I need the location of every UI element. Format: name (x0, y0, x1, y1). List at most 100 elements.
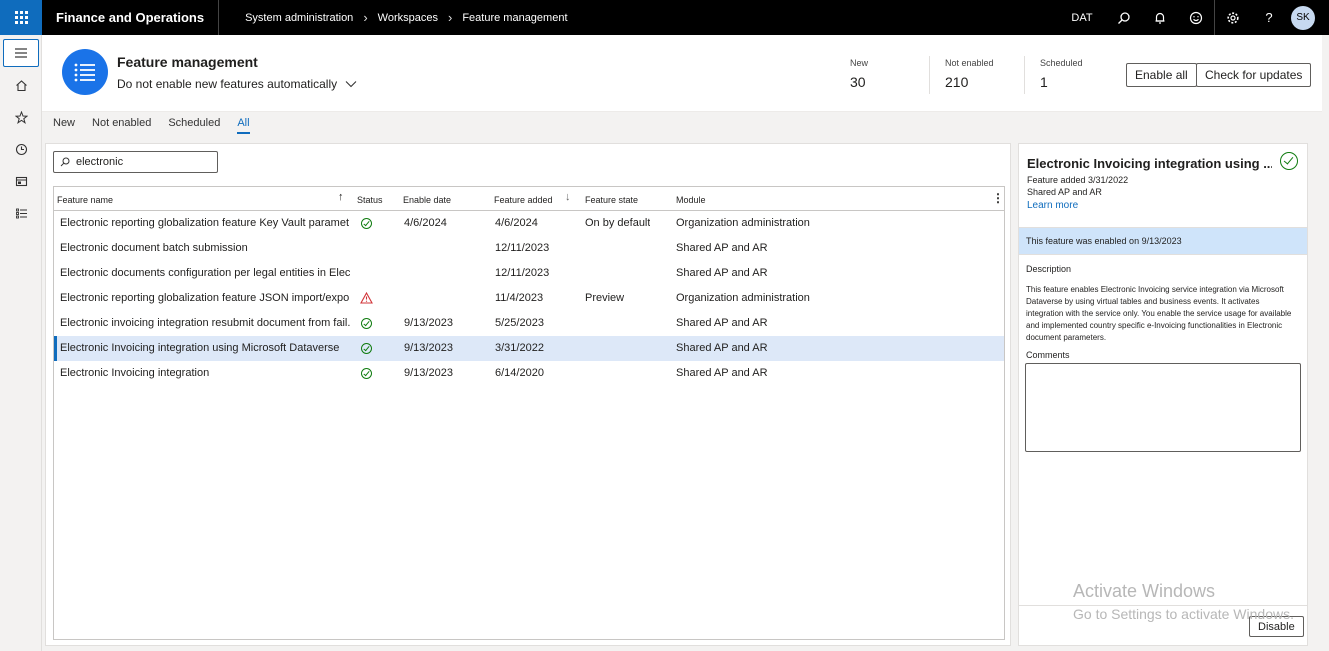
enable-all-button[interactable]: Enable all (1126, 63, 1197, 87)
stat-value: 30 (850, 74, 866, 90)
notifications-button[interactable] (1142, 0, 1178, 35)
cell-module: Organization administration (676, 217, 810, 229)
learn-more-link[interactable]: Learn more (1027, 200, 1078, 211)
question-icon: ? (1265, 10, 1273, 25)
workspaces-button[interactable] (3, 167, 39, 195)
table-row[interactable]: Electronic reporting globalization featu… (54, 286, 1004, 311)
chevron-right-icon: › (447, 10, 453, 25)
table-row[interactable]: Electronic invoicing integration resubmi… (54, 311, 1004, 336)
breadcrumb-workspaces[interactable]: Workspaces (378, 12, 438, 24)
filter-tabs: New Not enabled Scheduled All (53, 117, 267, 134)
hamburger-icon (15, 48, 27, 58)
breadcrumb-feature-management[interactable]: Feature management (462, 12, 567, 24)
tab-all[interactable]: All (237, 117, 250, 134)
check-circle-icon (361, 318, 372, 329)
comments-field[interactable] (1025, 363, 1301, 452)
cell-enable-date: 9/13/2023 (404, 342, 453, 354)
list-icon (15, 208, 27, 218)
cell-feature-name: Electronic Invoicing integration using M… (60, 342, 340, 354)
cell-feature-added: 12/11/2023 (495, 242, 550, 254)
cell-feature-added: 3/31/2022 (495, 342, 544, 354)
home-button[interactable] (3, 71, 39, 99)
table-row-selected[interactable]: Electronic Invoicing integration using M… (54, 336, 1004, 361)
cell-feature-state: Preview (585, 292, 625, 304)
more-options-icon[interactable]: ⋮ (992, 191, 1004, 205)
recent-button[interactable] (3, 135, 39, 163)
stat-value: 210 (945, 74, 969, 90)
cell-module: Shared AP and AR (676, 267, 768, 279)
search-icon (60, 157, 70, 167)
cell-feature-name: Electronic document batch submission (60, 242, 248, 254)
table-row[interactable]: Electronic documents configuration per l… (54, 261, 1004, 286)
sort-up-icon: ↑ (338, 191, 344, 203)
chevron-down-icon (345, 81, 357, 88)
stat-divider (1024, 56, 1025, 94)
navigation-rail (0, 35, 42, 651)
tab-not-enabled[interactable]: Not enabled (92, 117, 151, 134)
cell-feature-name: Electronic documents configuration per l… (60, 267, 350, 279)
warning-icon (360, 292, 373, 304)
chevron-right-icon: › (363, 10, 368, 25)
enabled-banner: This feature was enabled on 9/13/2023 (1019, 227, 1307, 255)
favorites-button[interactable] (3, 103, 39, 131)
table-row[interactable]: Electronic Invoicing integration 9/13/20… (54, 361, 1004, 386)
search-input[interactable] (76, 156, 216, 168)
star-icon (14, 110, 28, 124)
stat-label: Not enabled (945, 58, 994, 68)
column-header-feature-added[interactable]: Feature added (494, 195, 553, 205)
company-picker[interactable]: DAT (1058, 0, 1106, 35)
description-text: This feature enables Electronic Invoicin… (1026, 285, 1292, 342)
breadcrumb: System administration › Workspaces › Fea… (219, 10, 567, 25)
hamburger-button[interactable] (3, 39, 39, 67)
settings-button[interactable] (1215, 0, 1251, 35)
cell-enable-date: 9/13/2023 (404, 367, 453, 379)
cell-feature-added: 4/6/2024 (495, 217, 538, 229)
avatar[interactable]: SK (1291, 5, 1315, 30)
gear-icon (1227, 11, 1239, 24)
workspace-icon (62, 49, 108, 95)
stat-not-enabled[interactable]: Not enabled 210 (945, 58, 994, 90)
column-header-feature-state[interactable]: Feature state (585, 195, 638, 205)
help-button[interactable]: ? (1251, 0, 1287, 35)
cell-module: Shared AP and AR (676, 242, 768, 254)
check-for-updates-button[interactable]: Check for updates (1196, 63, 1312, 87)
breadcrumb-system-administration[interactable]: System administration (245, 12, 353, 24)
search-button[interactable] (1106, 0, 1142, 35)
cell-feature-added: 11/4/2023 (495, 292, 544, 304)
tab-new[interactable]: New (53, 117, 75, 134)
page-title: Feature management (117, 54, 258, 70)
stat-label: New (850, 58, 869, 68)
home-icon (15, 79, 27, 91)
stat-new[interactable]: New 30 (850, 58, 868, 90)
column-header-module[interactable]: Module (676, 195, 706, 205)
column-header-status[interactable]: Status (357, 195, 383, 205)
smiley-icon (1189, 11, 1203, 24)
auto-enable-dropdown[interactable]: Do not enable new features automatically (117, 77, 357, 91)
modules-button[interactable] (3, 199, 39, 227)
cell-feature-state: On by default (585, 217, 651, 229)
app-title[interactable]: Finance and Operations (42, 0, 220, 35)
top-bar: Finance and Operations System administra… (0, 0, 1329, 35)
cell-module: Organization administration (676, 292, 810, 304)
feedback-button[interactable] (1178, 0, 1214, 35)
column-header-feature-name[interactable]: Feature name (57, 195, 113, 205)
activate-windows-subtitle: Go to Settings to activate Windows. (1073, 606, 1294, 622)
detail-title: Electronic Invoicing integration using .… (1027, 156, 1272, 171)
app-launcher-button[interactable] (0, 0, 42, 35)
detail-module: Shared AP and AR (1027, 187, 1102, 197)
search-box[interactable] (53, 151, 218, 173)
cell-module: Shared AP and AR (676, 367, 768, 379)
cell-feature-name: Electronic reporting globalization featu… (60, 217, 350, 229)
tab-scheduled[interactable]: Scheduled (168, 117, 220, 134)
check-circle-icon (361, 343, 372, 354)
stat-value: 1 (1040, 74, 1048, 90)
stat-divider (929, 56, 930, 94)
feature-grid-panel: Feature name ↑ Status Enable date Featur… (45, 143, 1011, 646)
cell-feature-name: Electronic reporting globalization featu… (60, 292, 350, 304)
stat-scheduled[interactable]: Scheduled 1 (1040, 58, 1083, 90)
column-header-enable-date[interactable]: Enable date (403, 195, 451, 205)
clock-icon (15, 143, 27, 155)
activate-windows-title: Activate Windows (1073, 581, 1216, 601)
table-row[interactable]: Electronic reporting globalization featu… (54, 211, 1004, 236)
table-row[interactable]: Electronic document batch submission 12/… (54, 236, 1004, 261)
